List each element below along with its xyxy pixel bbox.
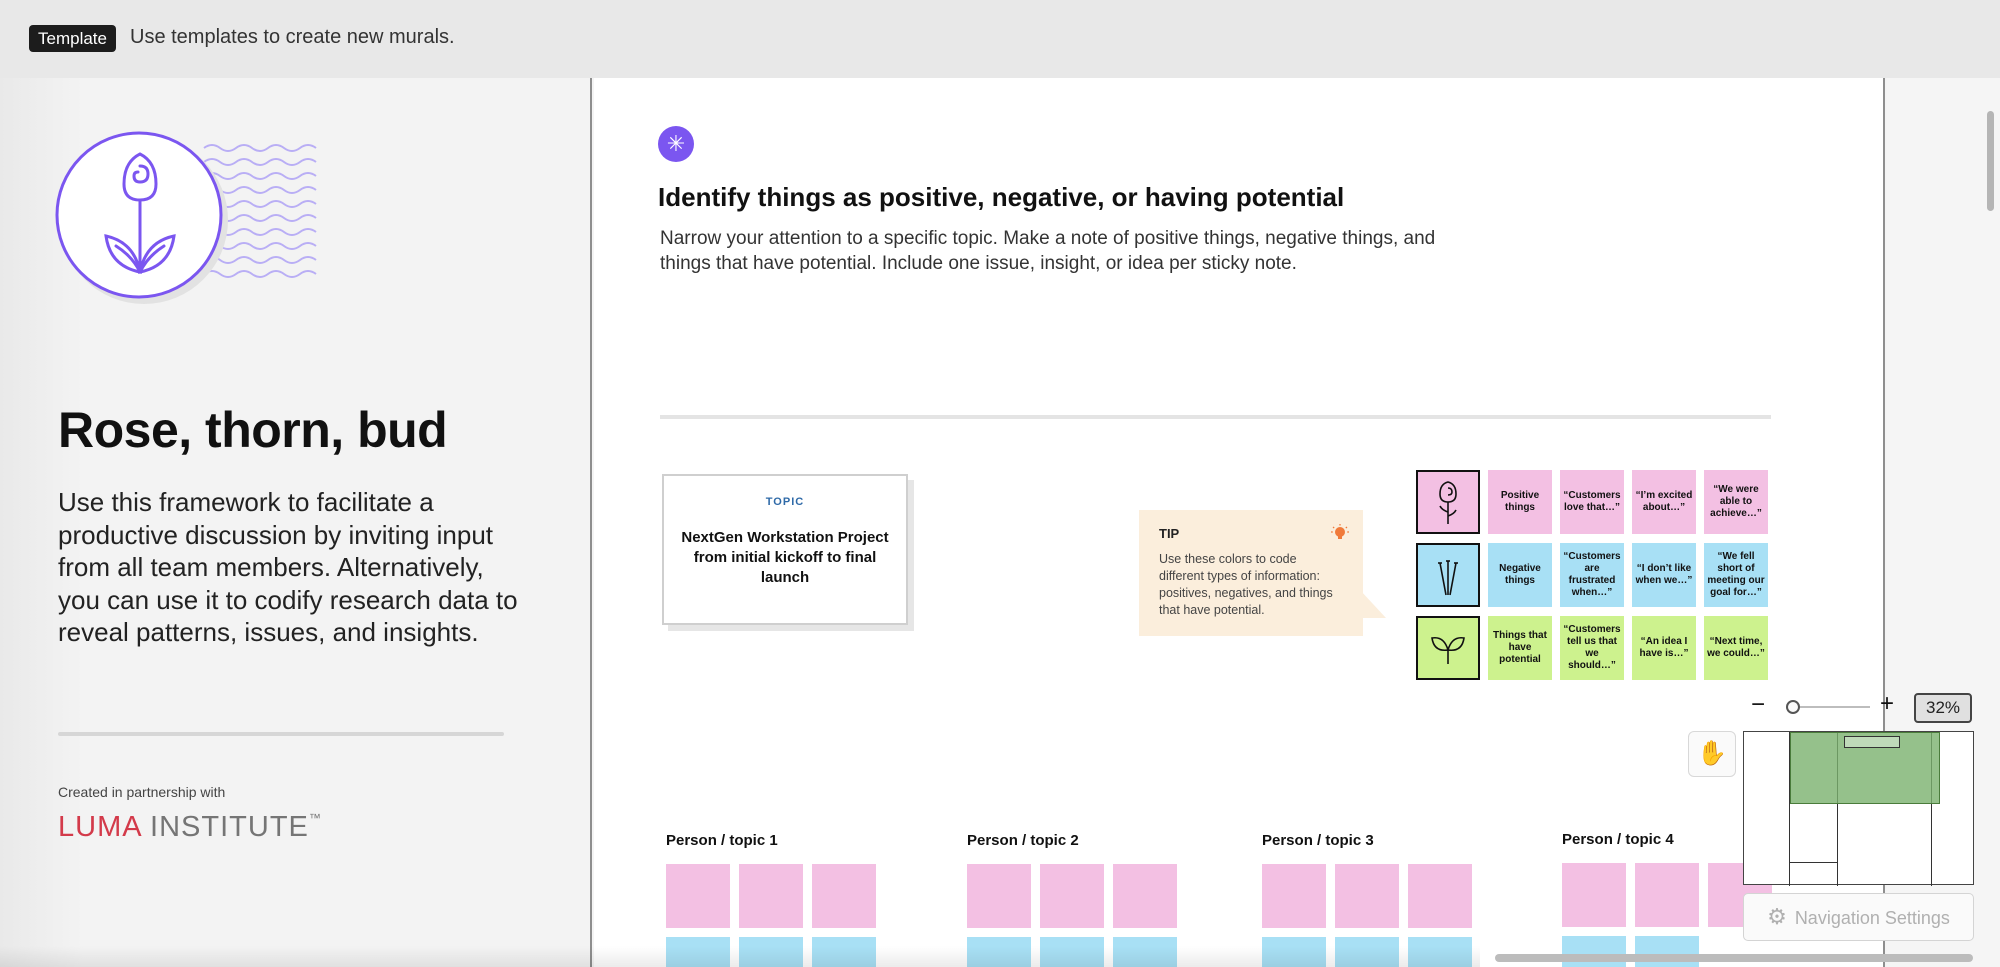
person-topic-1-label: Person / topic 1	[666, 832, 778, 849]
logo-part-institute: INSTITUTE	[140, 811, 309, 843]
sticky-note[interactable]: Things that have potential	[1488, 616, 1552, 680]
sticky-note[interactable]: “We were able to achieve…”	[1704, 470, 1768, 534]
sticky-note[interactable]: Negative things	[1488, 543, 1552, 607]
sticky-note[interactable]: “An idea I have is…”	[1632, 616, 1696, 680]
tip-text: Use these colors to code different types…	[1159, 552, 1333, 617]
zoom-slider-handle[interactable]	[1786, 700, 1800, 714]
gear-icon: ⚙	[1767, 904, 1787, 929]
topic-label: TOPIC	[765, 496, 805, 508]
mural-canvas[interactable]: Rose, thorn, bud Use this framework to f…	[0, 78, 2000, 967]
template-badge: Template	[29, 25, 116, 52]
sticky-note[interactable]: “We fell short of meeting our goal for…”	[1704, 543, 1768, 607]
logo-part-ma: MA	[97, 811, 141, 843]
vertical-scrollbar[interactable]	[1987, 111, 1994, 211]
bottom-shadow	[0, 946, 1480, 967]
sticky-note[interactable]	[1040, 864, 1104, 928]
topic-text: NextGen Workstation Project from initial…	[681, 529, 889, 586]
sticky-note[interactable]: Positive things	[1488, 470, 1552, 534]
sticky-note[interactable]	[1262, 864, 1326, 928]
template-banner: Template Use templates to create new mur…	[0, 0, 2000, 78]
sticky-note[interactable]: “I don’t like when we…”	[1632, 543, 1696, 607]
thorn-icon[interactable]	[1416, 543, 1480, 607]
partner-text: Created in partnership with	[58, 784, 226, 800]
rose-illustration	[54, 126, 324, 316]
topic-card[interactable]: TOPIC NextGen Workstation Project from i…	[662, 474, 908, 625]
person-topic-4-label: Person / topic 4	[1562, 831, 1674, 848]
sticky-note[interactable]	[1408, 864, 1472, 928]
navigation-settings-button[interactable]: ⚙ Navigation Settings	[1743, 893, 1974, 941]
divider	[58, 732, 504, 736]
zoom-out-button[interactable]: −	[1751, 693, 1765, 717]
step-headline: Identify things as positive, negative, o…	[658, 182, 1345, 212]
sticky-note[interactable]: “Customers love that…”	[1560, 470, 1624, 534]
sticky-note[interactable]: “Customers tell us that we should…”	[1560, 616, 1624, 680]
template-board: ✳ Identify things as positive, negative,…	[594, 78, 1885, 967]
template-title: Rose, thorn, bud	[58, 402, 448, 458]
horizontal-scrollbar[interactable]	[1495, 954, 1973, 962]
sticky-note[interactable]	[1635, 936, 1699, 967]
sticky-note[interactable]	[666, 864, 730, 928]
sticky-note[interactable]: “Customers are frustrated when…”	[1560, 543, 1624, 607]
luma-institute-logo: LUMA INSTITUTE™	[58, 811, 322, 844]
lightbulb-icon	[1331, 524, 1349, 539]
sticky-note[interactable]	[1562, 936, 1626, 967]
minimap-frame	[1844, 736, 1900, 748]
logo-trademark: ™	[308, 811, 322, 825]
rose-icon[interactable]	[1416, 470, 1480, 534]
minimap[interactable]	[1743, 731, 1974, 886]
step-instructions: Narrow your attention to a specific topi…	[660, 228, 1436, 274]
tip-title: TIP	[1159, 526, 1180, 541]
sticky-note[interactable]	[739, 864, 803, 928]
template-description: Use this framework to facilitate a produ…	[58, 487, 518, 647]
banner-message: Use templates to create new murals.	[130, 26, 455, 48]
sticky-note[interactable]: “Next time, we could…”	[1704, 616, 1768, 680]
sticky-note[interactable]	[1562, 863, 1626, 927]
sticky-note[interactable]	[1635, 863, 1699, 927]
hand-tool-icon[interactable]: ✋	[1688, 731, 1736, 777]
zoom-in-button[interactable]: +	[1880, 692, 1894, 716]
person-topic-2-label: Person / topic 2	[967, 832, 1079, 849]
sticky-note[interactable]	[967, 864, 1031, 928]
bud-icon[interactable]	[1416, 616, 1480, 680]
sticky-note[interactable]	[1113, 864, 1177, 928]
tip-pointer	[1360, 590, 1386, 618]
navigation-settings-label: Navigation Settings	[1794, 908, 1950, 928]
sticky-note[interactable]	[1335, 864, 1399, 928]
tip-callout[interactable]: TIP Use these colors to code different t…	[1139, 510, 1363, 636]
logo-part-lu: LU	[58, 811, 98, 843]
person-topic-3-label: Person / topic 3	[1262, 832, 1374, 849]
sticky-note[interactable]: “I’m excited about…”	[1632, 470, 1696, 534]
template-info-panel: Rose, thorn, bud Use this framework to f…	[0, 78, 592, 967]
sticky-note[interactable]	[812, 864, 876, 928]
zoom-level[interactable]: 32%	[1914, 693, 1972, 723]
minimap-outline	[1789, 862, 1837, 863]
section-divider	[660, 415, 1771, 419]
sparkle-icon: ✳	[658, 126, 694, 162]
